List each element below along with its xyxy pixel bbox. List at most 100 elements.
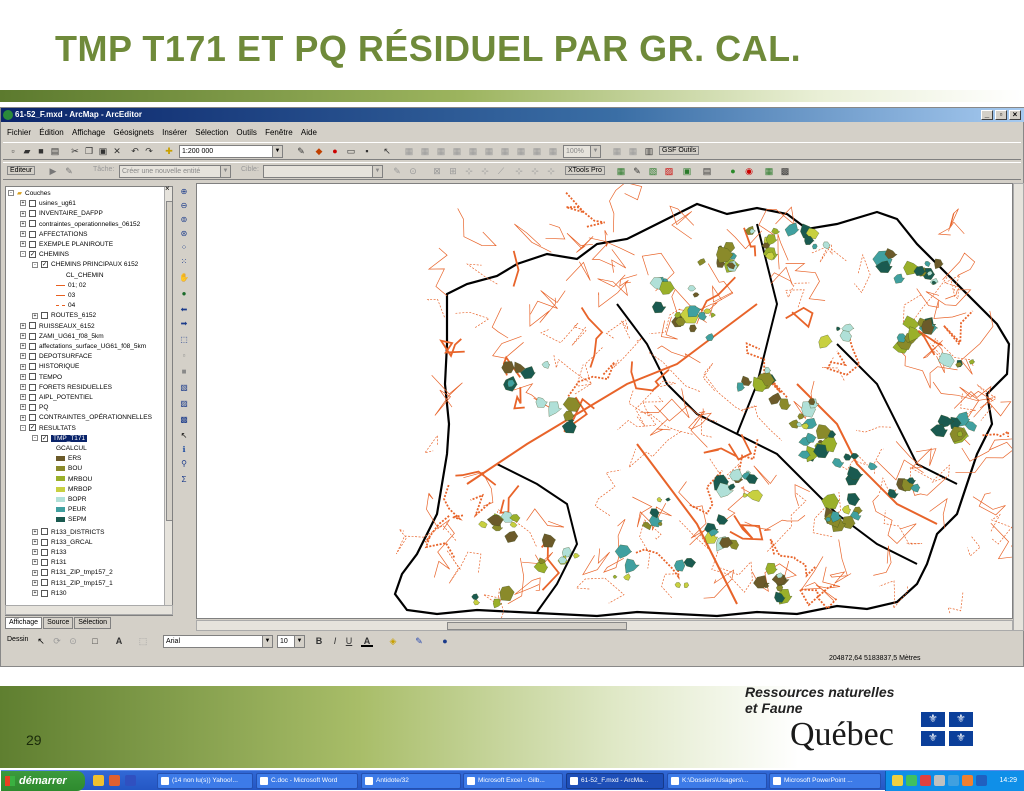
toc-layer[interactable]: - ✓ CHEMINS [20,250,69,260]
toc-layer[interactable]: + HISTORIQUE [20,362,79,372]
toc-field[interactable]: CL_CHEMIN [66,271,104,281]
tool-i-icon[interactable]: ▦ [531,145,543,157]
layer-checkbox[interactable] [41,579,48,587]
text-a-icon[interactable]: A [113,635,125,647]
xtools-b-icon[interactable]: ✎ [631,165,643,177]
menu-inserer[interactable]: Insérer [162,128,187,137]
whats-this-icon[interactable]: ↖ [381,145,393,157]
back-arrow-icon[interactable]: ⬅ [178,304,190,316]
restore-button[interactable]: ▫ [995,110,1007,120]
editor-menu[interactable]: Editeur [7,166,36,175]
expand-icon[interactable]: + [20,353,26,360]
tab-selection[interactable]: Sélection [74,617,112,629]
close-icon[interactable]: × [165,184,170,193]
taskbar-task[interactable]: 61-52_F.mxd - ArcMa... [566,773,664,789]
line-color-icon[interactable]: ✎ [413,635,425,647]
expand-icon[interactable]: + [32,312,38,319]
toc-field[interactable]: GCALCUL [56,444,87,454]
taskbar-task[interactable]: (14 non lu(s)) Yahoo!... [157,773,253,789]
dessin-menu[interactable]: Dessin [7,636,28,643]
toc-class[interactable]: 01; 02 [56,281,86,291]
expand-icon[interactable]: + [20,404,26,411]
expand-icon[interactable]: + [20,220,26,227]
expand-icon[interactable]: + [32,590,38,597]
xtools-a-icon[interactable]: ▦ [615,165,627,177]
menu-selection[interactable]: Sélection [195,128,228,137]
taskbar-task[interactable]: Microsoft PowerPoint ... [769,773,881,789]
gsf-icon[interactable]: ▥ [643,145,655,157]
tool-a-icon[interactable]: ▦ [403,145,415,157]
toc-layer[interactable]: + RUISSEAUX_6152 [20,322,95,332]
layer-checkbox[interactable] [29,363,36,371]
toc-layer[interactable]: + R130 [32,589,67,599]
pan-hand-icon[interactable]: ✋ [178,272,190,284]
expand-icon[interactable]: + [20,210,26,217]
toc-layer[interactable]: + contraintes_operationnelles_06152 [20,220,140,230]
expand-icon[interactable]: + [32,569,38,576]
layer-checkbox[interactable] [41,558,48,566]
toc-layer[interactable]: - ✓ RESULTATS [20,424,76,434]
xtools-pro-menu[interactable]: XTools Pro [565,166,605,175]
taskbar-task[interactable]: C.doc - Microsoft Word [256,773,358,789]
tool-b-icon[interactable]: ▦ [419,145,431,157]
layer-checkbox[interactable] [29,240,36,248]
toc-layer-selected[interactable]: - ✓ TMP_T171 [32,434,88,444]
edit-vertices-icon[interactable]: ⬚ [137,635,149,647]
task-dropdown[interactable]: Créer une nouvelle entité ▼ [119,165,231,178]
layer-checkbox[interactable] [29,332,36,340]
expand-icon[interactable]: + [20,384,26,391]
toc-scroll-thumb[interactable] [166,201,172,521]
edit-tool-j-icon[interactable]: ⊹ [545,165,557,177]
toc-class[interactable]: SEPM [56,515,86,525]
toc-class[interactable]: PEUR [56,505,86,515]
collapse-icon[interactable]: - [32,435,38,442]
marker-color-icon[interactable]: ● [439,635,451,647]
xtools-g-icon[interactable]: ● [727,165,739,177]
xtools-d-icon[interactable]: ▨ [663,165,675,177]
layout-a-icon[interactable]: ▦ [611,145,623,157]
select-elements-icon[interactable]: ↖ [178,430,190,442]
menu-fenetre[interactable]: Fenêtre [265,128,293,137]
zoom-percent-dropdown[interactable]: 100% ▼ [563,145,601,158]
toc-layer[interactable]: + ROUTES_6152 [32,311,96,321]
identify-icon[interactable]: ℹ [178,444,190,456]
map-horizontal-scrollbar[interactable] [196,620,1013,631]
layer-checkbox[interactable] [29,342,36,350]
fixed-zoom-out-icon[interactable]: ⁙ [178,256,190,268]
layer-checkbox[interactable] [41,569,48,577]
layer-checkbox[interactable] [41,312,48,320]
save-icon[interactable]: ■ [35,145,47,157]
toc-layer[interactable]: + R133_GRCAL [32,538,93,548]
expand-icon[interactable]: + [20,394,26,401]
xtools-f-icon[interactable]: ▤ [701,165,713,177]
tray-d-icon[interactable] [934,775,945,786]
tool-g-icon[interactable]: ▦ [499,145,511,157]
quicklaunch-a-icon[interactable] [93,775,104,786]
expand-icon[interactable]: + [20,231,26,238]
menu-fichier[interactable]: Fichier [7,128,31,137]
toc-layer[interactable]: + PQ [20,403,48,413]
menu-geosignets[interactable]: Géosignets [113,128,153,137]
xtools-h-icon[interactable]: ◉ [743,165,755,177]
expand-icon[interactable]: + [32,579,38,586]
toc-vertical-scrollbar[interactable] [164,187,172,615]
edit-tool-e-icon[interactable]: ⊹ [463,165,475,177]
layer-c-icon[interactable]: ▩ [178,414,190,426]
layer-checkbox[interactable] [41,548,48,556]
collapse-icon[interactable]: - [20,424,26,431]
layer-b-icon[interactable]: ▨ [178,398,190,410]
gsf-outils-menu[interactable]: GSF Outils [659,146,700,155]
redo-icon[interactable]: ↷ [143,145,155,157]
select-arrow-icon[interactable]: ↖ [35,635,47,647]
arctoolbox-icon[interactable]: ◆ [313,145,325,157]
expand-icon[interactable]: + [20,373,26,380]
editor-toolbar-icon[interactable]: ✎ [295,145,307,157]
fill-color-icon[interactable]: ◈ [387,635,399,647]
delete-icon[interactable]: ✕ [111,145,123,157]
toc-layer[interactable]: + R131_ZIP_tmp157_1 [32,579,113,589]
close-button[interactable]: × [1009,110,1021,120]
expand-icon[interactable]: + [20,200,26,207]
toc-layer[interactable]: + AIPL_POTENTIEL [20,393,93,403]
layer-checkbox[interactable]: ✓ [41,261,48,269]
tool-e-icon[interactable]: ▦ [467,145,479,157]
